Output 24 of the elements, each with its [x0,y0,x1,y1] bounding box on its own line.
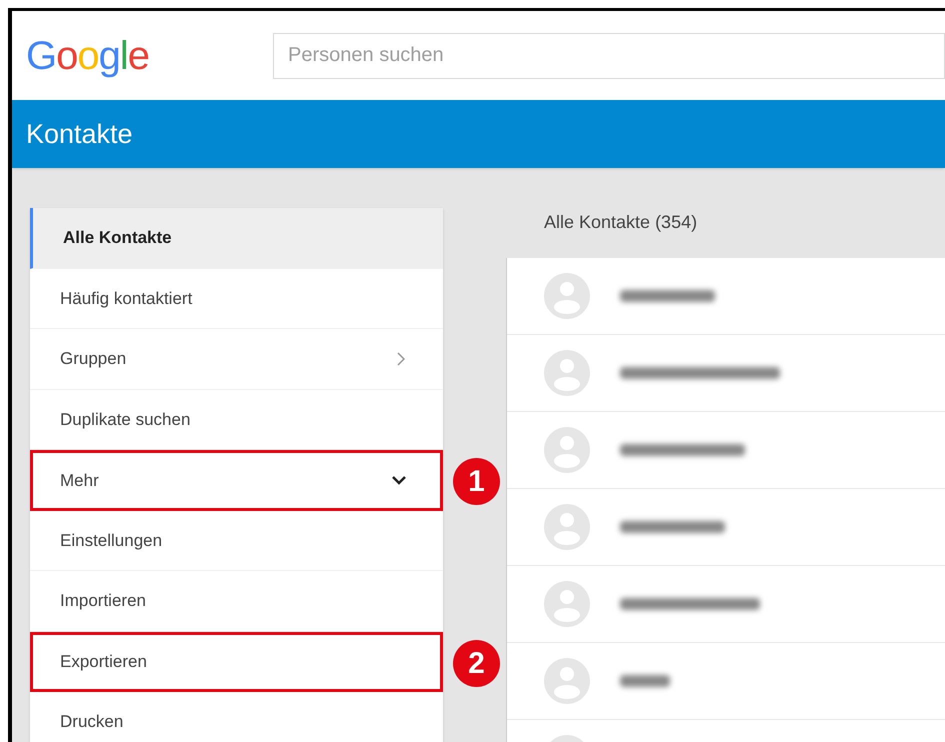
chevron-right-icon [397,352,405,366]
sidebar-item[interactable]: Duplikate suchen [30,390,443,450]
avatar-icon [544,658,590,704]
sidebar-item[interactable]: Importieren [30,571,443,632]
avatar-icon [544,350,590,396]
sidebar-item[interactable]: Einstellungen [30,510,443,571]
page-title: Kontakte [26,118,133,151]
sidebar-item[interactable]: Gruppen [30,329,443,390]
sidebar-item[interactable]: Alle Kontakte [30,208,443,268]
search-field[interactable]: Personen suchen [273,32,945,78]
contacts-heading: Alle Kontakte (354) [544,211,698,234]
avatar-icon [544,504,590,550]
avatar-icon [544,427,590,473]
callout-badge: 2 [453,640,500,686]
sidebar-item[interactable]: Drucken [30,692,443,742]
callout-badge: 1 [453,458,500,505]
google-logo: Google [26,36,150,76]
sidebar-item[interactable]: Häufig kontaktiert [30,268,443,329]
avatar-icon [544,273,590,319]
chevron-down-icon [392,476,406,485]
avatar-icon [544,581,590,627]
sidebar-item[interactable]: Mehr [30,450,443,510]
blurred-name [620,675,670,687]
sidebar-item[interactable]: Exportieren [30,632,443,692]
